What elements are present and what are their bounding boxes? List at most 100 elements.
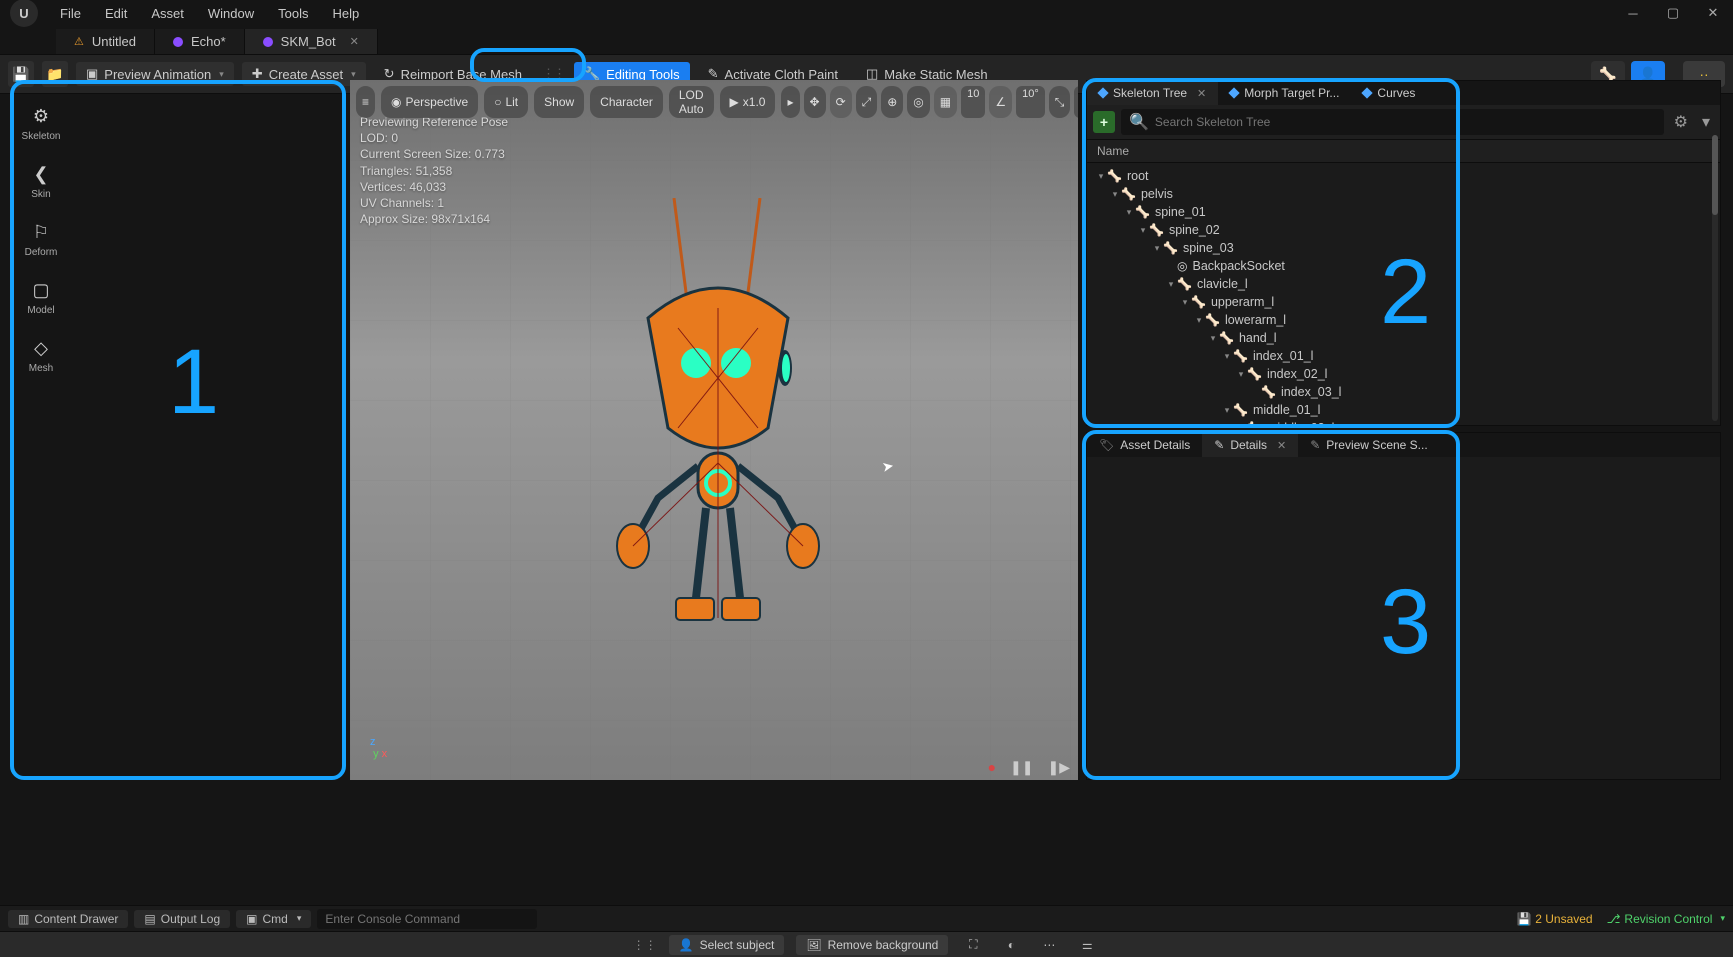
step-icon[interactable]: ❚▶ bbox=[1048, 759, 1071, 776]
expand-icon[interactable]: ▾ bbox=[1235, 369, 1247, 380]
pause-icon[interactable]: ❚❚ bbox=[1010, 759, 1033, 776]
expand-icon[interactable]: ▾ bbox=[1151, 243, 1163, 254]
grid-snap-icon[interactable]: ▦ bbox=[934, 86, 957, 118]
remove-background-button[interactable]: 🖼Remove background bbox=[796, 935, 948, 955]
bone-row[interactable]: ▾🦴pelvis bbox=[1087, 185, 1720, 203]
expand-icon[interactable]: ▾ bbox=[1179, 297, 1191, 308]
scrollbar[interactable] bbox=[1712, 135, 1718, 421]
grip-icon[interactable]: ⋮⋮ bbox=[633, 938, 657, 952]
select-subject-button[interactable]: 👤Select subject bbox=[669, 935, 785, 955]
menu-edit[interactable]: Edit bbox=[95, 2, 137, 25]
window-minimize-icon[interactable]: ─ bbox=[1613, 0, 1653, 26]
scale-mode-icon[interactable]: ⤢ bbox=[856, 86, 878, 118]
window-maximize-icon[interactable]: ▢ bbox=[1653, 0, 1693, 26]
record-icon[interactable]: ● bbox=[988, 759, 996, 776]
preview-animation-button[interactable]: ▣Preview Animation▾ bbox=[76, 62, 234, 86]
tool-skeleton[interactable]: ⚙Skeleton bbox=[16, 102, 66, 146]
tab-details[interactable]: ✎Details✕ bbox=[1202, 433, 1298, 457]
viewport-speed-button[interactable]: ▶x1.0 bbox=[720, 86, 776, 118]
close-icon[interactable]: ✕ bbox=[1277, 439, 1286, 452]
bone-row[interactable]: ▾🦴clavicle_l bbox=[1087, 275, 1720, 293]
output-log-button[interactable]: ▤Output Log bbox=[134, 910, 230, 928]
bone-row[interactable]: ▾🦴spine_02 bbox=[1087, 221, 1720, 239]
browse-icon[interactable]: 📁 bbox=[42, 61, 68, 87]
viewport-menu-icon[interactable]: ≡ bbox=[356, 86, 375, 118]
tab-curves[interactable]: Curves bbox=[1351, 81, 1427, 105]
bone-row[interactable]: 🦴index_03_l bbox=[1087, 383, 1720, 401]
expand-icon[interactable]: ▾ bbox=[1221, 351, 1233, 362]
expand-icon[interactable]: ▾ bbox=[1235, 423, 1247, 426]
bone-row[interactable]: ▾🦴index_01_l bbox=[1087, 347, 1720, 365]
viewport-lit-button[interactable]: ○Lit bbox=[484, 86, 528, 118]
expand-icon[interactable]: ▾ bbox=[1221, 405, 1233, 416]
rotate-mode-icon[interactable]: ⟳ bbox=[830, 86, 852, 118]
viewport-toolbar: ≡ ◉Perspective ○Lit Show Character LOD A… bbox=[356, 86, 1072, 118]
tab-echo[interactable]: Echo* bbox=[155, 29, 245, 54]
console-input[interactable] bbox=[317, 909, 537, 929]
viewport-show-button[interactable]: Show bbox=[534, 86, 584, 118]
save-icon[interactable]: 💾 bbox=[8, 61, 34, 87]
tool-model[interactable]: ▢Model bbox=[16, 276, 66, 320]
bone-row[interactable]: ▾🦴lowerarm_l bbox=[1087, 311, 1720, 329]
content-drawer-button[interactable]: ▥Content Drawer bbox=[8, 910, 128, 928]
bone-row[interactable]: ▾🦴hand_l bbox=[1087, 329, 1720, 347]
tab-untitled[interactable]: Untitled bbox=[56, 29, 155, 54]
add-button[interactable]: + bbox=[1093, 111, 1115, 133]
unsaved-indicator[interactable]: 💾 2 Unsaved bbox=[1517, 912, 1593, 926]
bone-row[interactable]: ▾🦴upperarm_l bbox=[1087, 293, 1720, 311]
menu-window[interactable]: Window bbox=[198, 2, 264, 25]
angle-snap-value[interactable]: 10° bbox=[1016, 86, 1045, 118]
viewport-perspective-button[interactable]: ◉Perspective bbox=[381, 86, 478, 118]
socket-snap-icon[interactable]: ◎ bbox=[907, 86, 929, 118]
tool-deform[interactable]: ⚐Deform bbox=[16, 218, 66, 262]
tool-mesh[interactable]: ◇Mesh bbox=[16, 334, 66, 378]
tab-preview-scene[interactable]: ✎Preview Scene S... bbox=[1298, 433, 1439, 457]
angle-snap-icon[interactable]: ∠ bbox=[989, 86, 1012, 118]
select-mode-icon[interactable]: ▸ bbox=[781, 86, 799, 118]
bone-row[interactable]: ▾🦴index_02_l bbox=[1087, 365, 1720, 383]
filters-icon[interactable]: ⚌ bbox=[1074, 935, 1100, 955]
scale-snap-icon[interactable]: ⤡ bbox=[1049, 86, 1071, 118]
menu-asset[interactable]: Asset bbox=[141, 2, 194, 25]
revision-control-button[interactable]: ⎇Revision Control▾ bbox=[1607, 912, 1725, 926]
menu-help[interactable]: Help bbox=[322, 2, 369, 25]
viewport-lod-button[interactable]: LOD Auto bbox=[669, 86, 714, 118]
bone-row[interactable]: ▾🦴spine_03 bbox=[1087, 239, 1720, 257]
bone-row[interactable]: ▾🦴spine_01 bbox=[1087, 203, 1720, 221]
more-icon[interactable]: ⋯ bbox=[1036, 935, 1062, 955]
expand-icon[interactable]: ▾ bbox=[1095, 171, 1107, 182]
expand-icon[interactable]: ▾ bbox=[1137, 225, 1149, 236]
viewport-character-button[interactable]: Character bbox=[590, 86, 663, 118]
search-input[interactable] bbox=[1155, 115, 1656, 129]
menu-tools[interactable]: Tools bbox=[268, 2, 318, 25]
expand-icon[interactable]: ▾ bbox=[1109, 189, 1121, 200]
expand-icon[interactable]: ▾ bbox=[1165, 279, 1177, 290]
bone-row[interactable]: ▾🦴middle_01_l bbox=[1087, 401, 1720, 419]
expand-icon[interactable]: ▾ bbox=[1207, 333, 1219, 344]
grid-snap-value[interactable]: 10 bbox=[961, 86, 985, 118]
create-asset-button[interactable]: ✚Create Asset▾ bbox=[242, 62, 366, 86]
close-icon[interactable]: ✕ bbox=[1197, 87, 1206, 100]
tool-skin[interactable]: ❮Skin bbox=[16, 160, 66, 204]
tab-skeleton-tree[interactable]: Skeleton Tree✕ bbox=[1087, 81, 1218, 105]
bone-row[interactable]: ▾🦴middle_02_l bbox=[1087, 419, 1720, 425]
tab-morph-targets[interactable]: Morph Target Pr... bbox=[1218, 81, 1351, 105]
window-close-icon[interactable]: ✕ bbox=[1693, 0, 1733, 26]
translate-mode-icon[interactable]: ✥ bbox=[804, 86, 826, 118]
tab-skm-bot[interactable]: SKM_Bot ✕ bbox=[245, 29, 378, 54]
crop-icon[interactable]: ⛶ bbox=[960, 935, 986, 955]
adjust-icon[interactable]: ◐ bbox=[998, 935, 1024, 955]
bone-row[interactable]: ▾🦴root bbox=[1087, 167, 1720, 185]
expand-icon[interactable]: ▾ bbox=[1193, 315, 1205, 326]
menu-file[interactable]: File bbox=[50, 2, 91, 25]
settings-icon[interactable]: ⚙ bbox=[1670, 112, 1692, 132]
viewport[interactable]: ≡ ◉Perspective ○Lit Show Character LOD A… bbox=[350, 80, 1078, 780]
scale-snap-value[interactable]: 0.25 bbox=[1074, 86, 1078, 118]
expand-icon[interactable]: ▾ bbox=[1123, 207, 1135, 218]
bone-row[interactable]: ◎BackpackSocket bbox=[1087, 257, 1720, 275]
world-local-icon[interactable]: ⊕ bbox=[881, 86, 903, 118]
tab-asset-details[interactable]: 🏷Asset Details bbox=[1087, 433, 1202, 457]
tab-close-icon[interactable]: ✕ bbox=[350, 35, 359, 48]
dropdown-icon[interactable]: ▾ bbox=[1698, 112, 1714, 132]
cmd-button[interactable]: ▣Cmd▾ bbox=[236, 910, 311, 928]
